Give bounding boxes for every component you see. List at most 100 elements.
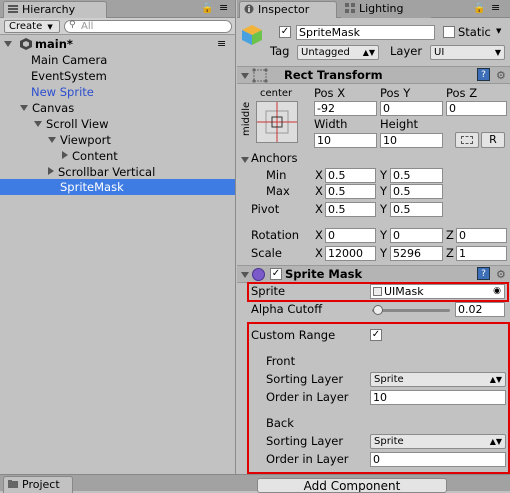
tree-item-viewport[interactable]: Viewport xyxy=(48,132,111,148)
tree-item-label: Scroll View xyxy=(46,117,109,131)
min-label: Min xyxy=(266,168,287,182)
sprite-mask-enabled-checkbox[interactable]: ✓ xyxy=(270,268,282,280)
anchor-min-x-input[interactable]: 0.5 xyxy=(325,168,376,183)
anchor-max-y-input[interactable]: 0.5 xyxy=(390,184,443,199)
scale-y-input[interactable]: 5296 xyxy=(390,246,443,261)
tag-dropdown[interactable]: Untagged ▲▼ xyxy=(297,45,379,60)
expand-arrow-icon[interactable] xyxy=(34,121,42,127)
active-checkbox[interactable]: ✓ xyxy=(279,26,291,38)
tab-hierarchy[interactable]: Hierarchy xyxy=(3,1,107,18)
chevron-down-icon: ▲▼ xyxy=(489,437,502,446)
static-dropdown-icon[interactable]: ▼ xyxy=(496,27,501,35)
anchor-max-x-input[interactable]: 0.5 xyxy=(325,184,376,199)
component-gear-icon[interactable]: ⚙ xyxy=(496,268,506,281)
scale-z-input[interactable]: 1 xyxy=(456,246,507,261)
unity-scene-icon xyxy=(20,38,33,50)
anchors-expand-icon[interactable] xyxy=(241,157,249,163)
pos-y-input[interactable]: 0 xyxy=(380,101,443,116)
expand-arrow-icon[interactable] xyxy=(4,41,12,47)
tab-lighting[interactable]: Lighting xyxy=(341,1,431,18)
height-input[interactable]: 10 xyxy=(380,133,443,148)
layer-dropdown-value: UI xyxy=(434,47,445,58)
back-sorting-layer-value: Sprite xyxy=(374,436,404,447)
tree-item-canvas[interactable]: Canvas xyxy=(20,100,74,116)
static-checkbox[interactable] xyxy=(443,26,455,38)
tree-item-eventsystem[interactable]: EventSystem xyxy=(31,68,107,84)
expand-arrow-icon[interactable] xyxy=(48,137,56,143)
tree-item-content[interactable]: Content xyxy=(62,148,118,164)
lock-icon[interactable]: 🔒 xyxy=(473,3,485,14)
tree-item-scroll-view[interactable]: Scroll View xyxy=(34,116,108,132)
object-picker-icon[interactable]: ◉ xyxy=(493,285,501,298)
pos-x-input[interactable]: -92 xyxy=(314,101,377,116)
tree-item-spritemask[interactable]: SpriteMask xyxy=(60,179,124,195)
list-icon xyxy=(8,4,18,14)
rect-transform-icon xyxy=(252,68,268,83)
pos-z-label: Pos Z xyxy=(446,86,478,100)
scene-menu-icon[interactable]: ≡ xyxy=(217,37,226,50)
folder-icon xyxy=(8,479,18,489)
rotation-y-input[interactable]: 0 xyxy=(390,228,443,243)
layer-dropdown[interactable]: UI ▼ xyxy=(430,45,505,60)
sprite-asset-icon xyxy=(373,287,382,296)
expand-arrow-icon[interactable] xyxy=(20,105,28,111)
inspector-panel: Inspector Lighting 🔒 ≡ ✓ SpriteMask Stat… xyxy=(237,0,510,478)
tree-item-scrollbar-vertical[interactable]: Scrollbar Vertical xyxy=(48,164,155,180)
anchor-preset-button[interactable] xyxy=(256,101,298,143)
blueprint-mode-button[interactable] xyxy=(455,132,479,148)
chevron-down-icon: ▲▼ xyxy=(362,48,375,57)
custom-range-checkbox[interactable]: ✓ xyxy=(370,329,382,341)
hierarchy-tabbar: Hierarchy 🔒 ≡ xyxy=(0,0,235,18)
search-icon: ⚲ xyxy=(69,20,76,30)
back-sorting-layer-label: Sorting Layer xyxy=(266,434,344,448)
pivot-y-letter: Y xyxy=(380,202,388,216)
info-icon xyxy=(244,4,254,14)
pivot-y-input[interactable]: 0.5 xyxy=(390,202,443,217)
panel-menu-icon[interactable]: ≡ xyxy=(219,1,228,14)
chevron-down-icon: ▼ xyxy=(494,48,501,57)
anchor-preset-vertical-label: middle xyxy=(241,101,252,136)
raw-edit-button[interactable]: R xyxy=(481,132,505,148)
lock-icon[interactable]: 🔒 xyxy=(201,3,213,14)
alpha-cutoff-slider-track[interactable] xyxy=(372,305,450,315)
search-input[interactable]: ⚲ All xyxy=(64,20,232,33)
alpha-cutoff-input[interactable]: 0.02 xyxy=(455,302,505,317)
front-sorting-layer-value: Sprite xyxy=(374,374,404,385)
back-order-input[interactable]: 0 xyxy=(370,452,506,467)
object-name-input[interactable]: SpriteMask xyxy=(296,25,435,40)
min-x-letter: X xyxy=(315,168,323,182)
component-gear-icon[interactable]: ⚙ xyxy=(496,69,506,82)
sprite-mask-header[interactable]: ✓ Sprite Mask ? ⚙ xyxy=(237,265,510,283)
panel-menu-icon[interactable]: ≡ xyxy=(491,1,500,14)
tab-inspector[interactable]: Inspector xyxy=(239,1,337,18)
back-sorting-layer-dropdown[interactable]: Sprite ▲▼ xyxy=(370,434,506,449)
tab-project[interactable]: Project xyxy=(3,476,73,493)
anchor-min-y-input[interactable]: 0.5 xyxy=(390,168,443,183)
scale-x-input[interactable]: 12000 xyxy=(325,246,376,261)
rotation-z-input[interactable]: 0 xyxy=(456,228,507,243)
sprite-object-field[interactable]: UIMask ◉ xyxy=(370,284,505,299)
expand-arrow-icon[interactable] xyxy=(241,73,249,79)
rotation-x-input[interactable]: 0 xyxy=(325,228,376,243)
front-order-input[interactable]: 10 xyxy=(370,390,506,405)
front-sorting-layer-dropdown[interactable]: Sprite ▲▼ xyxy=(370,372,506,387)
rect-transform-title: Rect Transform xyxy=(284,68,383,82)
alpha-cutoff-slider-thumb[interactable] xyxy=(373,305,384,315)
pivot-x-input[interactable]: 0.5 xyxy=(325,202,376,217)
tree-item-new-sprite[interactable]: New Sprite xyxy=(31,84,94,100)
help-icon[interactable]: ? xyxy=(477,68,490,81)
sprite-value: UIMask xyxy=(384,285,424,298)
scene-row[interactable]: main* xyxy=(4,36,73,52)
expand-arrow-icon[interactable] xyxy=(48,167,54,175)
tree-item-main-camera[interactable]: Main Camera xyxy=(31,52,107,68)
max-y-letter: Y xyxy=(380,184,388,198)
hierarchy-panel: Hierarchy 🔒 ≡ Create ▼ ⚲ All main* ≡ Mai… xyxy=(0,0,236,478)
width-input[interactable]: 10 xyxy=(314,133,377,148)
rect-transform-header[interactable]: Rect Transform ? ⚙ xyxy=(237,66,510,84)
pos-z-input[interactable]: 0 xyxy=(446,101,507,116)
expand-arrow-icon[interactable] xyxy=(62,151,68,159)
gameobject-cube-icon xyxy=(241,24,263,46)
help-icon[interactable]: ? xyxy=(477,267,490,280)
create-button[interactable]: Create ▼ xyxy=(4,20,60,33)
expand-arrow-icon[interactable] xyxy=(241,272,249,278)
